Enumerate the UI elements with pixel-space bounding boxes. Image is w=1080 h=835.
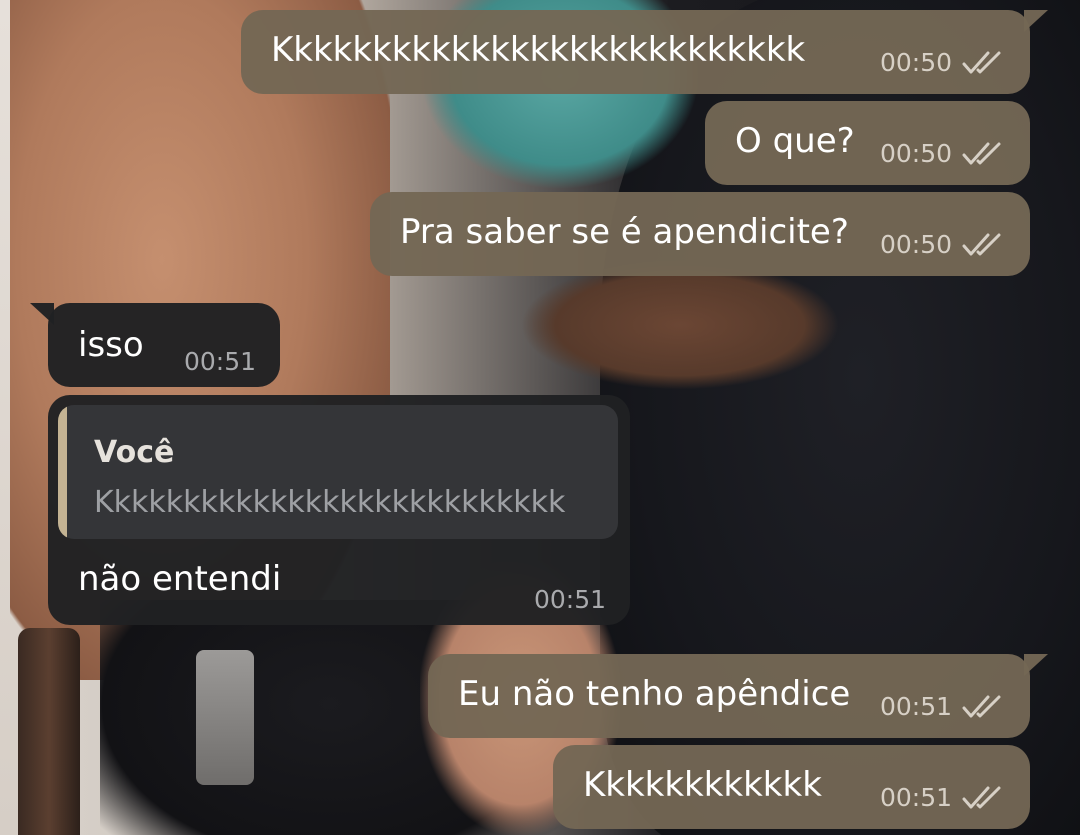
message-bubble-incoming-reply[interactable]: Você Kkkkkkkkkkkkkkkkkkkkkkkkkkk não ent… bbox=[48, 395, 630, 625]
message-time: 00:51 bbox=[879, 783, 952, 812]
message-bubble-outgoing[interactable]: O que? 00:50 bbox=[705, 101, 1030, 185]
message-time: 00:51 bbox=[879, 692, 952, 721]
message-text: Kkkkkkkkkkkkkkkkkkkkkkkkkkk bbox=[271, 30, 806, 70]
message-time: 00:51 bbox=[533, 585, 606, 614]
message-meta: 00:50 bbox=[880, 48, 1004, 77]
message-text: isso bbox=[78, 325, 144, 365]
bubble-tail bbox=[1024, 654, 1048, 676]
double-check-icon bbox=[962, 50, 1004, 76]
double-check-icon bbox=[962, 694, 1004, 720]
message-meta: 00:51 bbox=[534, 585, 606, 614]
reply-quote-author: Você bbox=[94, 435, 175, 470]
double-check-icon bbox=[962, 232, 1004, 258]
message-text: Eu não tenho apêndice bbox=[458, 674, 851, 714]
message-text: O que? bbox=[735, 121, 855, 161]
message-bubble-incoming[interactable]: isso 00:51 bbox=[30, 303, 280, 387]
message-bubble-outgoing[interactable]: Pra saber se é apendicite? 00:50 bbox=[370, 192, 1030, 276]
message-bubble-outgoing[interactable]: Eu não tenho apêndice 00:51 bbox=[428, 654, 1048, 738]
message-list[interactable]: Kkkkkkkkkkkkkkkkkkkkkkkkkkk 00:50 O que?… bbox=[0, 0, 1080, 835]
message-time: 00:50 bbox=[879, 230, 952, 259]
double-check-icon bbox=[962, 141, 1004, 167]
message-meta: 00:51 bbox=[880, 783, 1004, 812]
message-meta: 00:51 bbox=[880, 692, 1004, 721]
message-text: não entendi bbox=[78, 559, 282, 599]
double-check-icon bbox=[962, 785, 1004, 811]
message-bubble-outgoing[interactable]: Kkkkkkkkkkkk 00:51 bbox=[553, 745, 1030, 829]
message-text: Pra saber se é apendicite? bbox=[400, 212, 849, 252]
reply-quote[interactable]: Você Kkkkkkkkkkkkkkkkkkkkkkkkkkk bbox=[58, 405, 618, 539]
bubble-tail bbox=[30, 303, 54, 325]
message-bubble-outgoing[interactable]: Kkkkkkkkkkkkkkkkkkkkkkkkkkk 00:50 bbox=[241, 10, 1048, 94]
message-time: 00:50 bbox=[879, 139, 952, 168]
message-time: 00:51 bbox=[183, 347, 256, 376]
reply-quote-text: Kkkkkkkkkkkkkkkkkkkkkkkkkkk bbox=[94, 485, 566, 520]
message-meta: 00:50 bbox=[880, 139, 1004, 168]
message-meta: 00:51 bbox=[184, 347, 256, 376]
message-meta: 00:50 bbox=[880, 230, 1004, 259]
bubble-tail bbox=[1024, 10, 1048, 32]
reply-quote-bar bbox=[58, 405, 67, 539]
message-text: Kkkkkkkkkkkk bbox=[583, 765, 822, 805]
message-time: 00:50 bbox=[879, 48, 952, 77]
